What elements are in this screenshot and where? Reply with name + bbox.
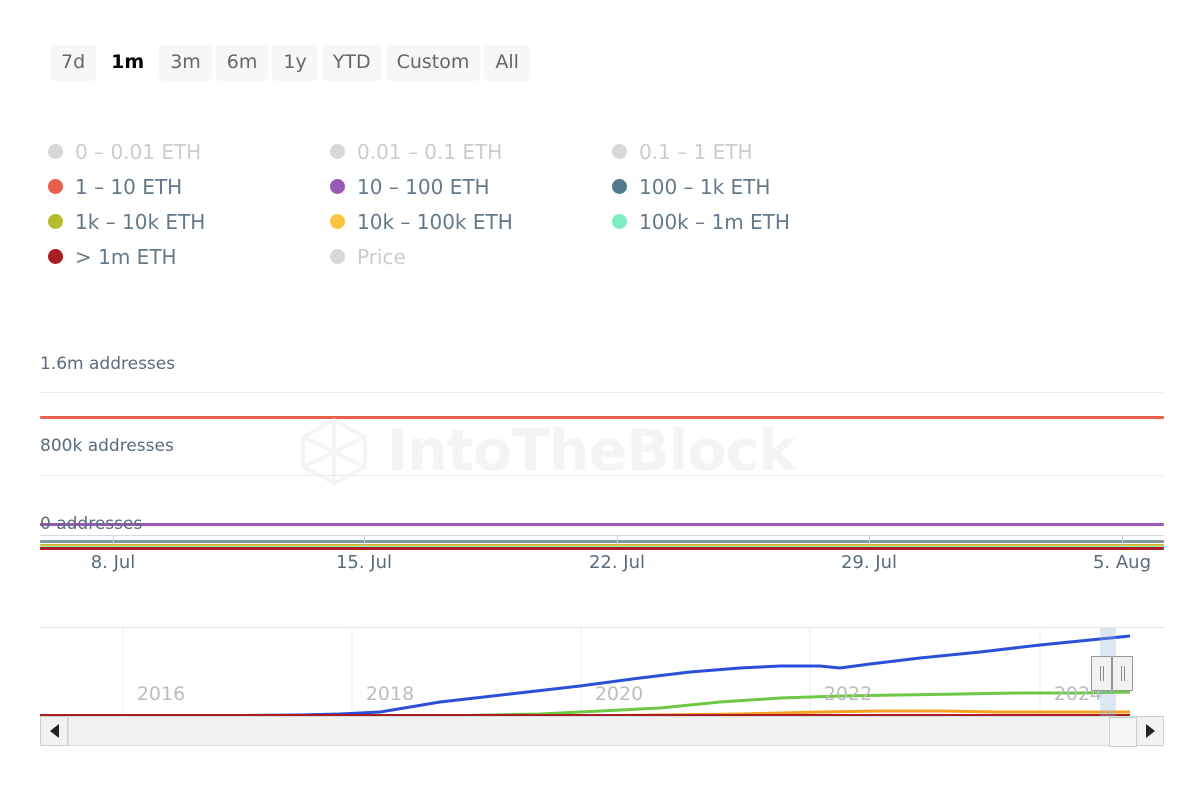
navigator-line-green bbox=[40, 690, 1131, 718]
legend-item-label: 0.01 – 0.1 ETH bbox=[357, 139, 503, 164]
navigator-year-label: 2022 bbox=[823, 683, 873, 705]
x-axis-tick bbox=[113, 536, 114, 545]
x-axis-tick bbox=[869, 536, 870, 545]
x-axis-label: 8. Jul bbox=[90, 552, 136, 573]
navigator-year-label: 2016 bbox=[136, 683, 186, 705]
x-axis-tick bbox=[364, 536, 365, 545]
series-line-1-10-eth[interactable] bbox=[40, 416, 1164, 419]
navigator-year-label: 2018 bbox=[365, 683, 415, 705]
y-axis-label-1600k: 1.6m addresses bbox=[40, 354, 176, 374]
range-button-3m[interactable]: 3m bbox=[159, 45, 212, 81]
range-selector: 7d 1m 3m 6m 1y YTD Custom All bbox=[50, 45, 530, 81]
legend-item[interactable]: 100 – 1k ETH bbox=[612, 169, 894, 204]
chart-legend: 0 – 0.01 ETH 0.01 – 0.1 ETH 0.1 – 1 ETH 1 –… bbox=[48, 134, 918, 274]
series-line-gt-1m-eth[interactable] bbox=[40, 547, 1164, 550]
legend-item[interactable]: 10 – 100 ETH bbox=[330, 169, 612, 204]
navigator-line-blue bbox=[40, 634, 1131, 718]
range-button-all[interactable]: All bbox=[484, 45, 530, 81]
legend-item-label: Price bbox=[357, 244, 406, 269]
scrollbar-left-button[interactable] bbox=[40, 716, 68, 746]
legend-item-label: > 1m ETH bbox=[75, 244, 177, 269]
x-axis-label: 15. Jul bbox=[335, 552, 393, 573]
chart-navigator[interactable]: 2016 2018 2020 2022 2024 bbox=[40, 627, 1164, 718]
range-button-ytd[interactable]: YTD bbox=[321, 45, 382, 81]
x-axis-label: 5. Aug bbox=[1092, 552, 1152, 573]
gridline-1600k bbox=[40, 392, 1164, 393]
gridline-800k bbox=[40, 475, 1164, 476]
x-axis-tick bbox=[1122, 536, 1123, 545]
scrollbar-thumb[interactable] bbox=[1109, 717, 1137, 747]
legend-color-dot-icon bbox=[48, 179, 63, 194]
main-chart: 1.6m addresses 800k addresses 0 addresse… bbox=[0, 330, 1200, 590]
range-button-6m[interactable]: 6m bbox=[215, 45, 269, 81]
legend-color-dot-icon bbox=[330, 144, 345, 159]
legend-color-dot-icon bbox=[330, 179, 345, 194]
navigator-left-handle[interactable] bbox=[1091, 656, 1112, 691]
legend-item-label: 100 – 1k ETH bbox=[639, 174, 771, 199]
x-axis-line bbox=[40, 535, 1164, 536]
series-line-100-1k-eth[interactable] bbox=[40, 540, 1164, 543]
legend-item[interactable]: Price bbox=[330, 239, 612, 274]
x-axis-label: 22. Jul bbox=[588, 552, 646, 573]
range-button-custom[interactable]: Custom bbox=[385, 45, 481, 81]
arrow-right-icon bbox=[1145, 724, 1155, 738]
x-axis-tick bbox=[617, 536, 618, 545]
legend-color-dot-icon bbox=[330, 214, 345, 229]
legend-item-label: 0 – 0.01 ETH bbox=[75, 139, 202, 164]
legend-color-dot-icon bbox=[612, 179, 627, 194]
legend-item-label: 10k – 100k ETH bbox=[357, 209, 513, 234]
navigator-right-handle[interactable] bbox=[1112, 656, 1133, 691]
chart-scrollbar[interactable] bbox=[40, 716, 1164, 747]
legend-color-dot-icon bbox=[330, 249, 345, 264]
legend-item-label: 1 – 10 ETH bbox=[75, 174, 183, 199]
navigator-year-label: 2020 bbox=[594, 683, 644, 705]
y-axis-label-0: 0 addresses bbox=[40, 514, 143, 534]
legend-color-dot-icon bbox=[48, 144, 63, 159]
arrow-left-icon bbox=[49, 724, 59, 738]
legend-item[interactable]: 0.1 – 1 ETH bbox=[612, 134, 894, 169]
legend-color-dot-icon bbox=[612, 214, 627, 229]
y-axis-label-800k: 800k addresses bbox=[40, 436, 174, 456]
range-button-1y[interactable]: 1y bbox=[272, 45, 318, 81]
range-button-7d[interactable]: 7d bbox=[50, 45, 97, 81]
legend-color-dot-icon bbox=[48, 249, 63, 264]
range-button-1m[interactable]: 1m bbox=[100, 45, 155, 81]
legend-item-label: 100k – 1m ETH bbox=[639, 209, 790, 234]
plot-area bbox=[40, 345, 1164, 550]
legend-item[interactable]: 10k – 100k ETH bbox=[330, 204, 612, 239]
scrollbar-track[interactable] bbox=[68, 716, 1137, 747]
legend-item-label: 0.1 – 1 ETH bbox=[639, 139, 753, 164]
legend-item[interactable]: > 1m ETH bbox=[48, 239, 330, 274]
legend-item-label: 1k – 10k ETH bbox=[75, 209, 206, 234]
series-line-10-100-eth[interactable] bbox=[40, 523, 1164, 526]
legend-color-dot-icon bbox=[612, 144, 627, 159]
scrollbar-right-button[interactable] bbox=[1136, 716, 1164, 746]
legend-item[interactable]: 1 – 10 ETH bbox=[48, 169, 330, 204]
x-axis-label: 29. Jul bbox=[840, 552, 898, 573]
legend-item[interactable]: 0.01 – 0.1 ETH bbox=[330, 134, 612, 169]
legend-color-dot-icon bbox=[48, 214, 63, 229]
legend-item[interactable]: 100k – 1m ETH bbox=[612, 204, 894, 239]
legend-item[interactable]: 0 – 0.01 ETH bbox=[48, 134, 330, 169]
legend-item[interactable]: 1k – 10k ETH bbox=[48, 204, 330, 239]
legend-item-label: 10 – 100 ETH bbox=[357, 174, 490, 199]
